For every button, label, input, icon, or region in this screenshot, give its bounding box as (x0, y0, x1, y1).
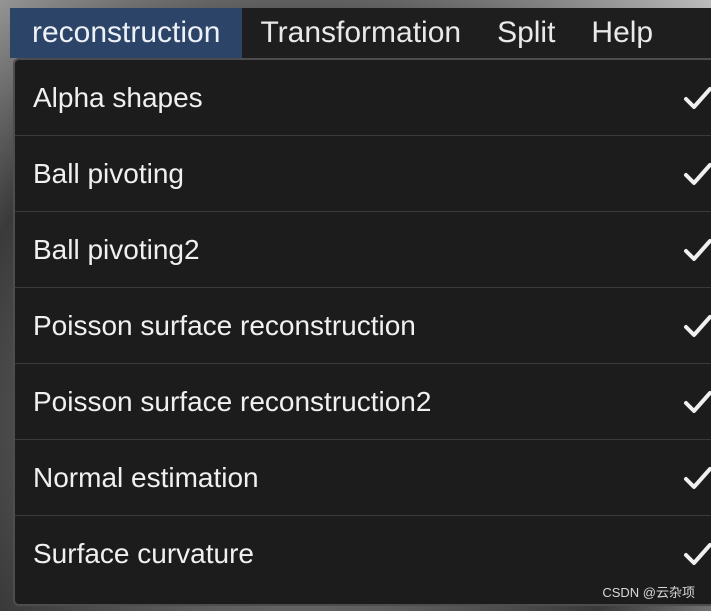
menu-item-label: Ball pivoting2 (33, 233, 200, 265)
menu-item-surface-curvature[interactable]: Surface curvature (15, 516, 711, 592)
check-icon (684, 390, 711, 413)
watermark: CSDN @云杂项 (602, 585, 695, 600)
menu-item-label: Alpha shapes (33, 81, 203, 113)
check-icon (684, 162, 711, 185)
check-icon (684, 314, 711, 337)
menu-item-label: Poisson surface reconstruction (33, 309, 416, 341)
menu-item-poisson-surface-reconstruction[interactable]: Poisson surface reconstruction (15, 288, 711, 364)
menu-item-label: Poisson surface reconstruction2 (33, 385, 432, 417)
menu-item-label: Surface curvature (33, 538, 254, 569)
check-icon (684, 238, 711, 261)
menu-help[interactable]: Help (573, 8, 671, 58)
menu-item-normal-estimation[interactable]: Normal estimation (15, 440, 711, 516)
menu-item-label: Normal estimation (33, 461, 259, 493)
menu-item-poisson-surface-reconstruction2[interactable]: Poisson surface reconstruction2 (15, 364, 711, 440)
menu-item-alpha-shapes[interactable]: Alpha shapes (15, 60, 711, 136)
menu-transformation[interactable]: Transformation (242, 8, 479, 58)
menu-split[interactable]: Split (479, 8, 573, 58)
check-icon (684, 543, 711, 565)
menu-item-ball-pivoting[interactable]: Ball pivoting (15, 136, 711, 212)
check-icon (684, 466, 711, 489)
menu-bar: reconstruction Transformation Split Help (10, 8, 711, 58)
menu-item-ball-pivoting2[interactable]: Ball pivoting2 (15, 212, 711, 288)
menu-item-label: Ball pivoting (33, 157, 184, 189)
check-icon (684, 86, 711, 109)
menu-reconstruction[interactable]: reconstruction (10, 8, 243, 58)
reconstruction-dropdown-menu: Alpha shapes Ball pivoting Ball pivoting… (13, 58, 711, 606)
